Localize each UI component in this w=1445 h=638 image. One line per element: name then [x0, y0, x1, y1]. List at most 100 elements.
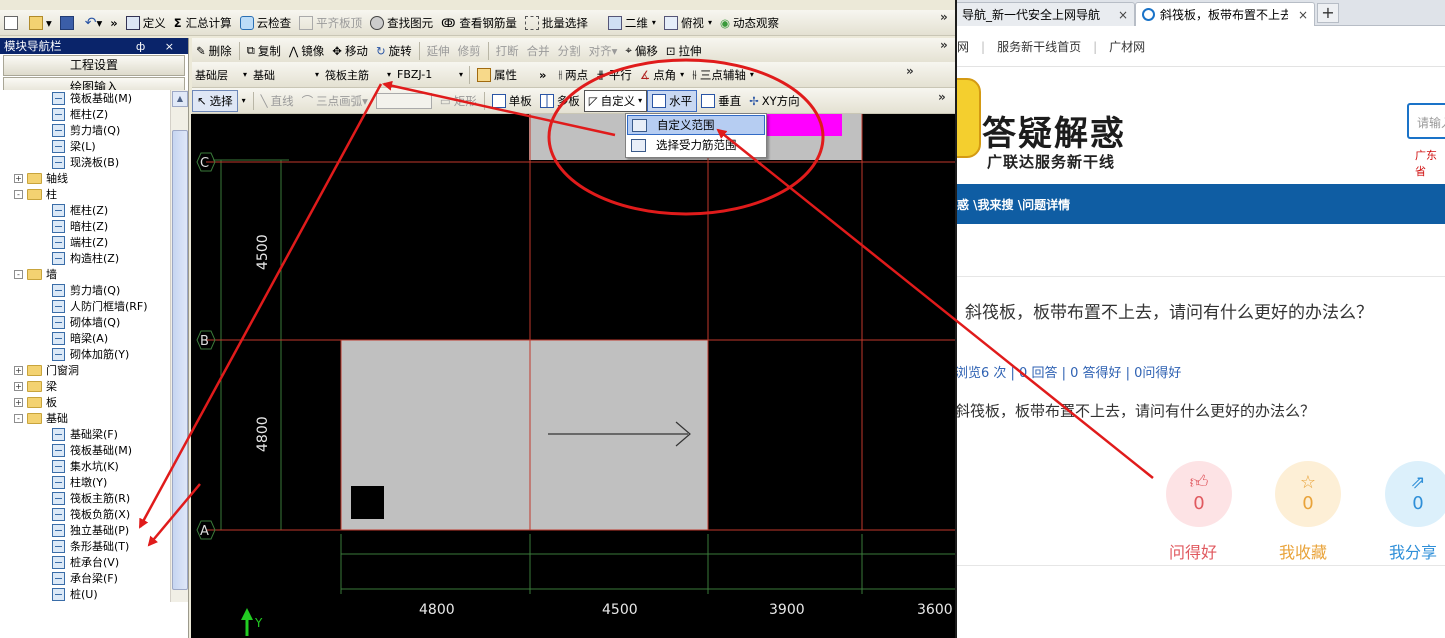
arc-button[interactable]: ⌒ 三点画弧 ▾: [298, 90, 372, 112]
align-button[interactable]: 对齐 ▾: [585, 40, 622, 62]
toolbar3-more-chevron[interactable]: »: [535, 64, 550, 86]
vertical-button[interactable]: 垂直: [697, 90, 745, 112]
tree-item[interactable]: 暗柱(Z): [0, 218, 170, 234]
delete-button[interactable]: ✎ 删除: [192, 40, 236, 62]
select-dropdown[interactable]: ▾: [238, 90, 250, 112]
tree-item[interactable]: 人防门框墙(RF): [0, 298, 170, 314]
two-point-button[interactable]: ⫲ 两点: [554, 64, 592, 86]
tree-scrollbar[interactable]: ▲: [170, 90, 188, 602]
tree-item[interactable]: -柱: [0, 186, 170, 202]
tree-item[interactable]: -墙: [0, 266, 170, 282]
define-button[interactable]: 定义: [122, 12, 170, 34]
dynamic-view-button[interactable]: ◉ 动态观察: [716, 12, 783, 34]
magenta-highlight[interactable]: [756, 114, 842, 136]
top-view-dropdown[interactable]: 俯视 ▾: [660, 12, 716, 34]
save-button[interactable]: [56, 12, 81, 34]
xy-direction-button[interactable]: ✢ XY方向: [745, 90, 804, 112]
scroll-thumb[interactable]: [172, 130, 188, 590]
tree-item[interactable]: 桩(U): [0, 586, 170, 602]
good-question-button[interactable]: 👍︎ 0: [1166, 461, 1232, 527]
open-file-button[interactable]: ▾: [25, 12, 56, 34]
category-select[interactable]: 基础 ▾: [250, 65, 322, 85]
mirror-button[interactable]: ⋀ 镜像: [285, 40, 328, 62]
type-select[interactable]: 筏板主筋 ▾: [322, 65, 394, 85]
breadcrumb[interactable]: 惑 \我来搜 \问题详情: [957, 184, 1445, 224]
site-logo[interactable]: 答疑解惑 广联达服务新干线: [957, 78, 1157, 178]
trim-button[interactable]: 修剪: [454, 40, 485, 62]
expand-icon[interactable]: +: [14, 173, 23, 183]
merge-button[interactable]: 合并: [523, 40, 554, 62]
rectangle-button[interactable]: ▭ 矩形: [436, 90, 481, 112]
favorite-label[interactable]: 我收藏: [1279, 539, 1327, 563]
collapse-icon[interactable]: -: [14, 269, 23, 279]
batch-select-button[interactable]: 批量选择: [521, 12, 592, 34]
tree-item[interactable]: 筏板负筋(X): [0, 506, 170, 522]
undo-button[interactable]: ↶ ▾: [81, 12, 107, 34]
toolbar1-more-chevron[interactable]: »: [940, 10, 948, 24]
tree-item[interactable]: 独立基础(P): [0, 522, 170, 538]
tree-item[interactable]: 剪力墙(Q): [0, 122, 170, 138]
tab-project-settings[interactable]: 工程设置: [3, 55, 185, 76]
new-file-button[interactable]: [0, 12, 25, 34]
component-name-select[interactable]: FBZJ-1 ▾: [394, 65, 466, 85]
tree-item[interactable]: + 门窗洞: [0, 362, 170, 378]
menu-item-custom-range[interactable]: 自定义范围: [627, 115, 765, 135]
sump-pit[interactable]: [351, 486, 384, 519]
tree-item[interactable]: 暗梁(A): [0, 330, 170, 346]
toolbar4-more-chevron[interactable]: »: [938, 90, 946, 104]
tree-item[interactable]: + 梁: [0, 378, 170, 394]
line-button[interactable]: ╲ 直线: [257, 90, 298, 112]
tree-item[interactable]: 筏板基础(M): [0, 90, 170, 106]
share-label[interactable]: 我分享: [1389, 539, 1437, 563]
toolbar2-more-chevron[interactable]: »: [940, 38, 948, 52]
tree-item[interactable]: 框柱(Z): [0, 202, 170, 218]
tree-item[interactable]: 桩承台(V): [0, 554, 170, 570]
view-rebar-button[interactable]: ↂ 查看钢筋量: [437, 12, 521, 34]
tree-item[interactable]: 基础梁(F): [0, 426, 170, 442]
expand-icon[interactable]: +: [14, 381, 23, 391]
tree-item[interactable]: 集水坑(K): [0, 458, 170, 474]
fav-link-2[interactable]: 广材网: [1109, 38, 1145, 55]
move-button[interactable]: ✥ 移动: [328, 40, 372, 62]
tree-item[interactable]: 现浇板(B): [0, 154, 170, 170]
find-element-button[interactable]: 查找图元: [366, 12, 437, 34]
tree-item[interactable]: 端柱(Z): [0, 234, 170, 250]
fav-link-0[interactable]: 网: [957, 38, 969, 55]
property-button[interactable]: 属性: [473, 64, 521, 86]
custom-dropdown[interactable]: ◸ 自定义 ▾: [583, 89, 648, 112]
close-icon[interactable]: ×: [1110, 8, 1128, 22]
break-button[interactable]: 打断: [492, 40, 523, 62]
menu-item-select-rebar-range[interactable]: 选择受力筋范围: [627, 135, 765, 155]
expand-icon[interactable]: +: [14, 397, 23, 407]
arc-input-field[interactable]: [375, 92, 432, 109]
three-point-axis-button[interactable]: ⫳ 三点辅轴 ▾: [688, 64, 758, 86]
layer-select[interactable]: 基础层 ▾: [192, 65, 250, 85]
single-slab-button[interactable]: 单板: [488, 90, 536, 112]
horizontal-button[interactable]: 水平: [647, 89, 698, 112]
slab-bottom[interactable]: [341, 340, 708, 530]
select-button[interactable]: ↖ 选择: [192, 89, 238, 112]
region-label[interactable]: 广东省: [1415, 147, 1445, 179]
tree-item[interactable]: 承台梁(F): [0, 570, 170, 586]
tree-item[interactable]: 条形基础(T): [0, 538, 170, 554]
rotate-button[interactable]: ↻ 旋转: [372, 40, 416, 62]
tree-item[interactable]: 框柱(Z): [0, 106, 170, 122]
scroll-up-icon[interactable]: ▲: [172, 91, 188, 107]
question-stats[interactable]: 浏览6 次 | 0 回答 | 0 答得好 | 0问得好: [957, 362, 1181, 381]
tree-item[interactable]: 筏板基础(M): [0, 442, 170, 458]
multi-slab-button[interactable]: 多板: [536, 90, 584, 112]
copy-button[interactable]: ⧉ 复制: [243, 40, 285, 62]
parallel-button[interactable]: ⋕ 平行: [592, 64, 636, 86]
new-tab-button[interactable]: +: [1317, 3, 1339, 23]
expand-icon[interactable]: +: [14, 365, 23, 375]
point-angle-button[interactable]: ∡ 点角 ▾: [636, 64, 688, 86]
align-slab-top-button[interactable]: 平齐板顶: [295, 12, 366, 34]
cloud-check-button[interactable]: 云检查: [236, 12, 296, 34]
tree-item[interactable]: 构造柱(Z): [0, 250, 170, 266]
tree-item[interactable]: + 板: [0, 394, 170, 410]
browser-tab-question[interactable]: 斜筏板，板带布置不上去，请问有 ×: [1135, 2, 1315, 26]
tree-item[interactable]: 剪力墙(Q): [0, 282, 170, 298]
more-chevron[interactable]: »: [106, 12, 121, 34]
search-input[interactable]: 请输入: [1407, 103, 1445, 139]
collapse-icon[interactable]: -: [14, 413, 23, 423]
